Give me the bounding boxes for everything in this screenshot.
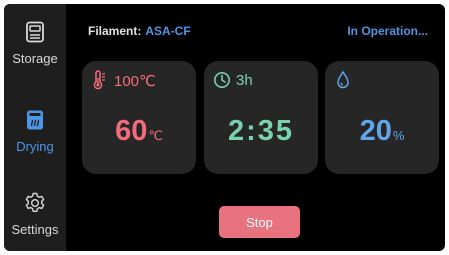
filament-value: ASA-CF [145,24,191,38]
temperature-setpoint: 100℃ [114,73,156,90]
gear-icon [25,192,45,212]
storage-icon [26,21,44,43]
time-remaining: 2:35 [227,115,295,147]
droplet-icon [337,70,349,89]
sidebar: Storage Drying Settings [4,4,66,251]
status-text: In Operation... [347,24,428,38]
sidebar-item-label: Storage [12,51,58,66]
dryer-screen: Storage Drying Settings Filament: ASA-CF… [4,4,445,251]
temperature-readout: 60℃ [82,115,196,148]
sidebar-item-label: Settings [11,222,59,237]
sidebar-item-storage[interactable]: Storage [4,20,66,92]
filament-info: Filament: ASA-CF [88,24,191,38]
sidebar-item-drying[interactable]: Drying [4,108,66,180]
sidebar-item-label: Drying [16,139,54,154]
filament-label: Filament: [88,24,142,38]
temperature-unit: ℃ [148,128,163,143]
humidity-readout: 20% [325,115,439,148]
humidity-card[interactable]: 20% [325,61,439,174]
clock-icon [214,72,230,88]
stop-button[interactable]: Stop [219,206,300,238]
temperature-value: 60 [115,115,148,147]
thermometer-icon [93,70,105,90]
time-setpoint: 3h [236,72,253,89]
humidity-unit: % [392,128,405,143]
temperature-card[interactable]: 100℃ 60℃ [82,61,196,174]
time-card[interactable]: 3h 2:35 [204,61,318,174]
drying-icon [27,110,43,130]
sidebar-item-settings[interactable]: Settings [4,191,66,251]
humidity-value: 20 [359,115,392,147]
